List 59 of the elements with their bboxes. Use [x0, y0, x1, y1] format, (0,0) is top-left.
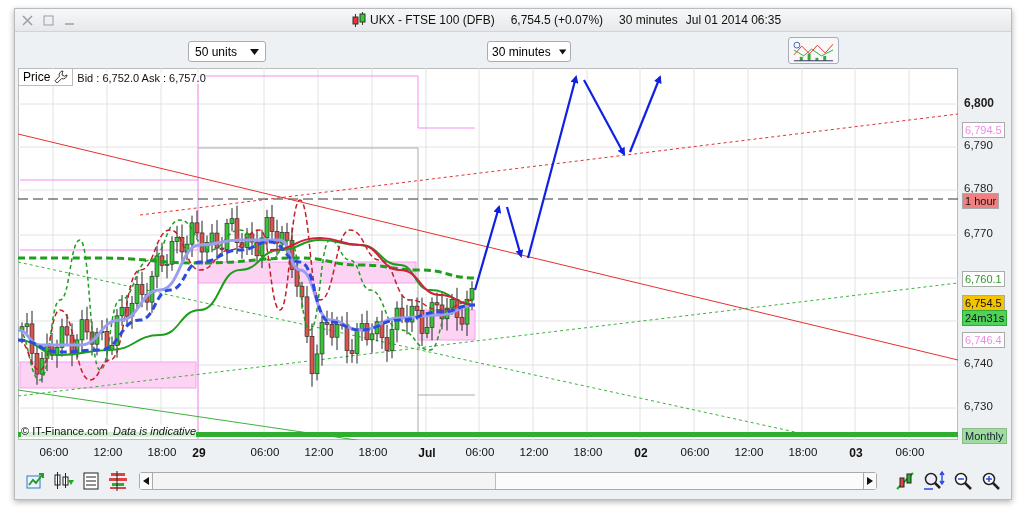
axis-label: 29	[191, 446, 207, 460]
disclaimer-text: Data is indicative	[112, 425, 197, 437]
axis-label: 6,730	[964, 400, 993, 412]
axis-label: 6,790	[964, 139, 993, 151]
axis-label: Jul	[417, 446, 437, 460]
wrench-icon	[54, 70, 69, 84]
axis-label: 18:00	[146, 446, 178, 458]
axis-label: 18:00	[787, 446, 819, 458]
axis-label: 6,770	[964, 227, 993, 239]
axis-label: 03	[848, 446, 864, 460]
zoom-out-icon[interactable]	[953, 471, 973, 491]
axis-label: 06:00	[249, 446, 281, 458]
axis-label: 12:00	[92, 446, 124, 458]
axis-label: 06:00	[679, 446, 711, 458]
price-tag: 6,746.4	[962, 332, 1005, 348]
price-tag: Monthly	[962, 428, 1007, 444]
window-title: UKX - FTSE 100 (DFB)	[370, 13, 495, 27]
zoom-in-icon[interactable]	[981, 471, 1001, 491]
axis-label: 02	[633, 446, 649, 460]
candlestick-icon	[352, 12, 366, 28]
caret-icon	[250, 48, 259, 55]
price-settings-button[interactable]: Price	[19, 69, 74, 86]
units-dropdown[interactable]: 50 units	[188, 41, 266, 62]
chart-export-icon[interactable]	[25, 471, 45, 491]
axis-label: 6,780	[964, 182, 993, 194]
scroll-left-button[interactable]	[140, 473, 153, 489]
price-tag: 1 hour	[962, 193, 1000, 209]
axis-label: 06:00	[464, 446, 496, 458]
zoom-fit-icon[interactable]	[923, 471, 945, 491]
scroll-thumb[interactable]	[495, 473, 863, 489]
candlestick-icon[interactable]	[53, 471, 75, 491]
axis-label: 6,740	[964, 357, 993, 369]
bar-stack-icon[interactable]	[107, 471, 129, 491]
axis-label: 18:00	[572, 446, 604, 458]
axis-label: 12:00	[518, 446, 550, 458]
date-time: Jul 01 2014 06:35	[685, 13, 782, 27]
axis-label: 18:00	[357, 446, 389, 458]
line-chart-icon	[792, 39, 835, 62]
interval-label: 30 minutes	[619, 13, 678, 27]
axis-label: 06:00	[38, 446, 70, 458]
axis-label: 06:00	[894, 446, 926, 458]
bid-ask-text: Bid : 6,752.0 Ask : 6,757.0	[77, 71, 206, 84]
price-tag: 6,760.1	[962, 271, 1005, 287]
caret-icon	[558, 48, 566, 55]
price-tag: 24m31s	[962, 310, 1008, 326]
interval-dropdown[interactable]: 30 minutes	[487, 41, 571, 62]
axis-label: 12:00	[303, 446, 335, 458]
document-icon[interactable]	[83, 472, 99, 490]
candlestick-icon[interactable]	[895, 471, 915, 491]
left-arrow-icon	[143, 477, 149, 485]
copyright-text: © IT-Finance.com	[21, 425, 108, 437]
indicators-button[interactable]	[788, 37, 839, 64]
right-arrow-icon	[867, 477, 873, 485]
axis-label: 6,800	[964, 96, 995, 110]
price-change: 6,754.5 (+0.07%)	[510, 13, 604, 27]
scroll-right-button[interactable]	[863, 473, 876, 489]
price-tag: 6,794.5	[962, 122, 1005, 138]
price-tag: 6,754.5	[962, 295, 1005, 311]
axis-label: 12:00	[733, 446, 765, 458]
